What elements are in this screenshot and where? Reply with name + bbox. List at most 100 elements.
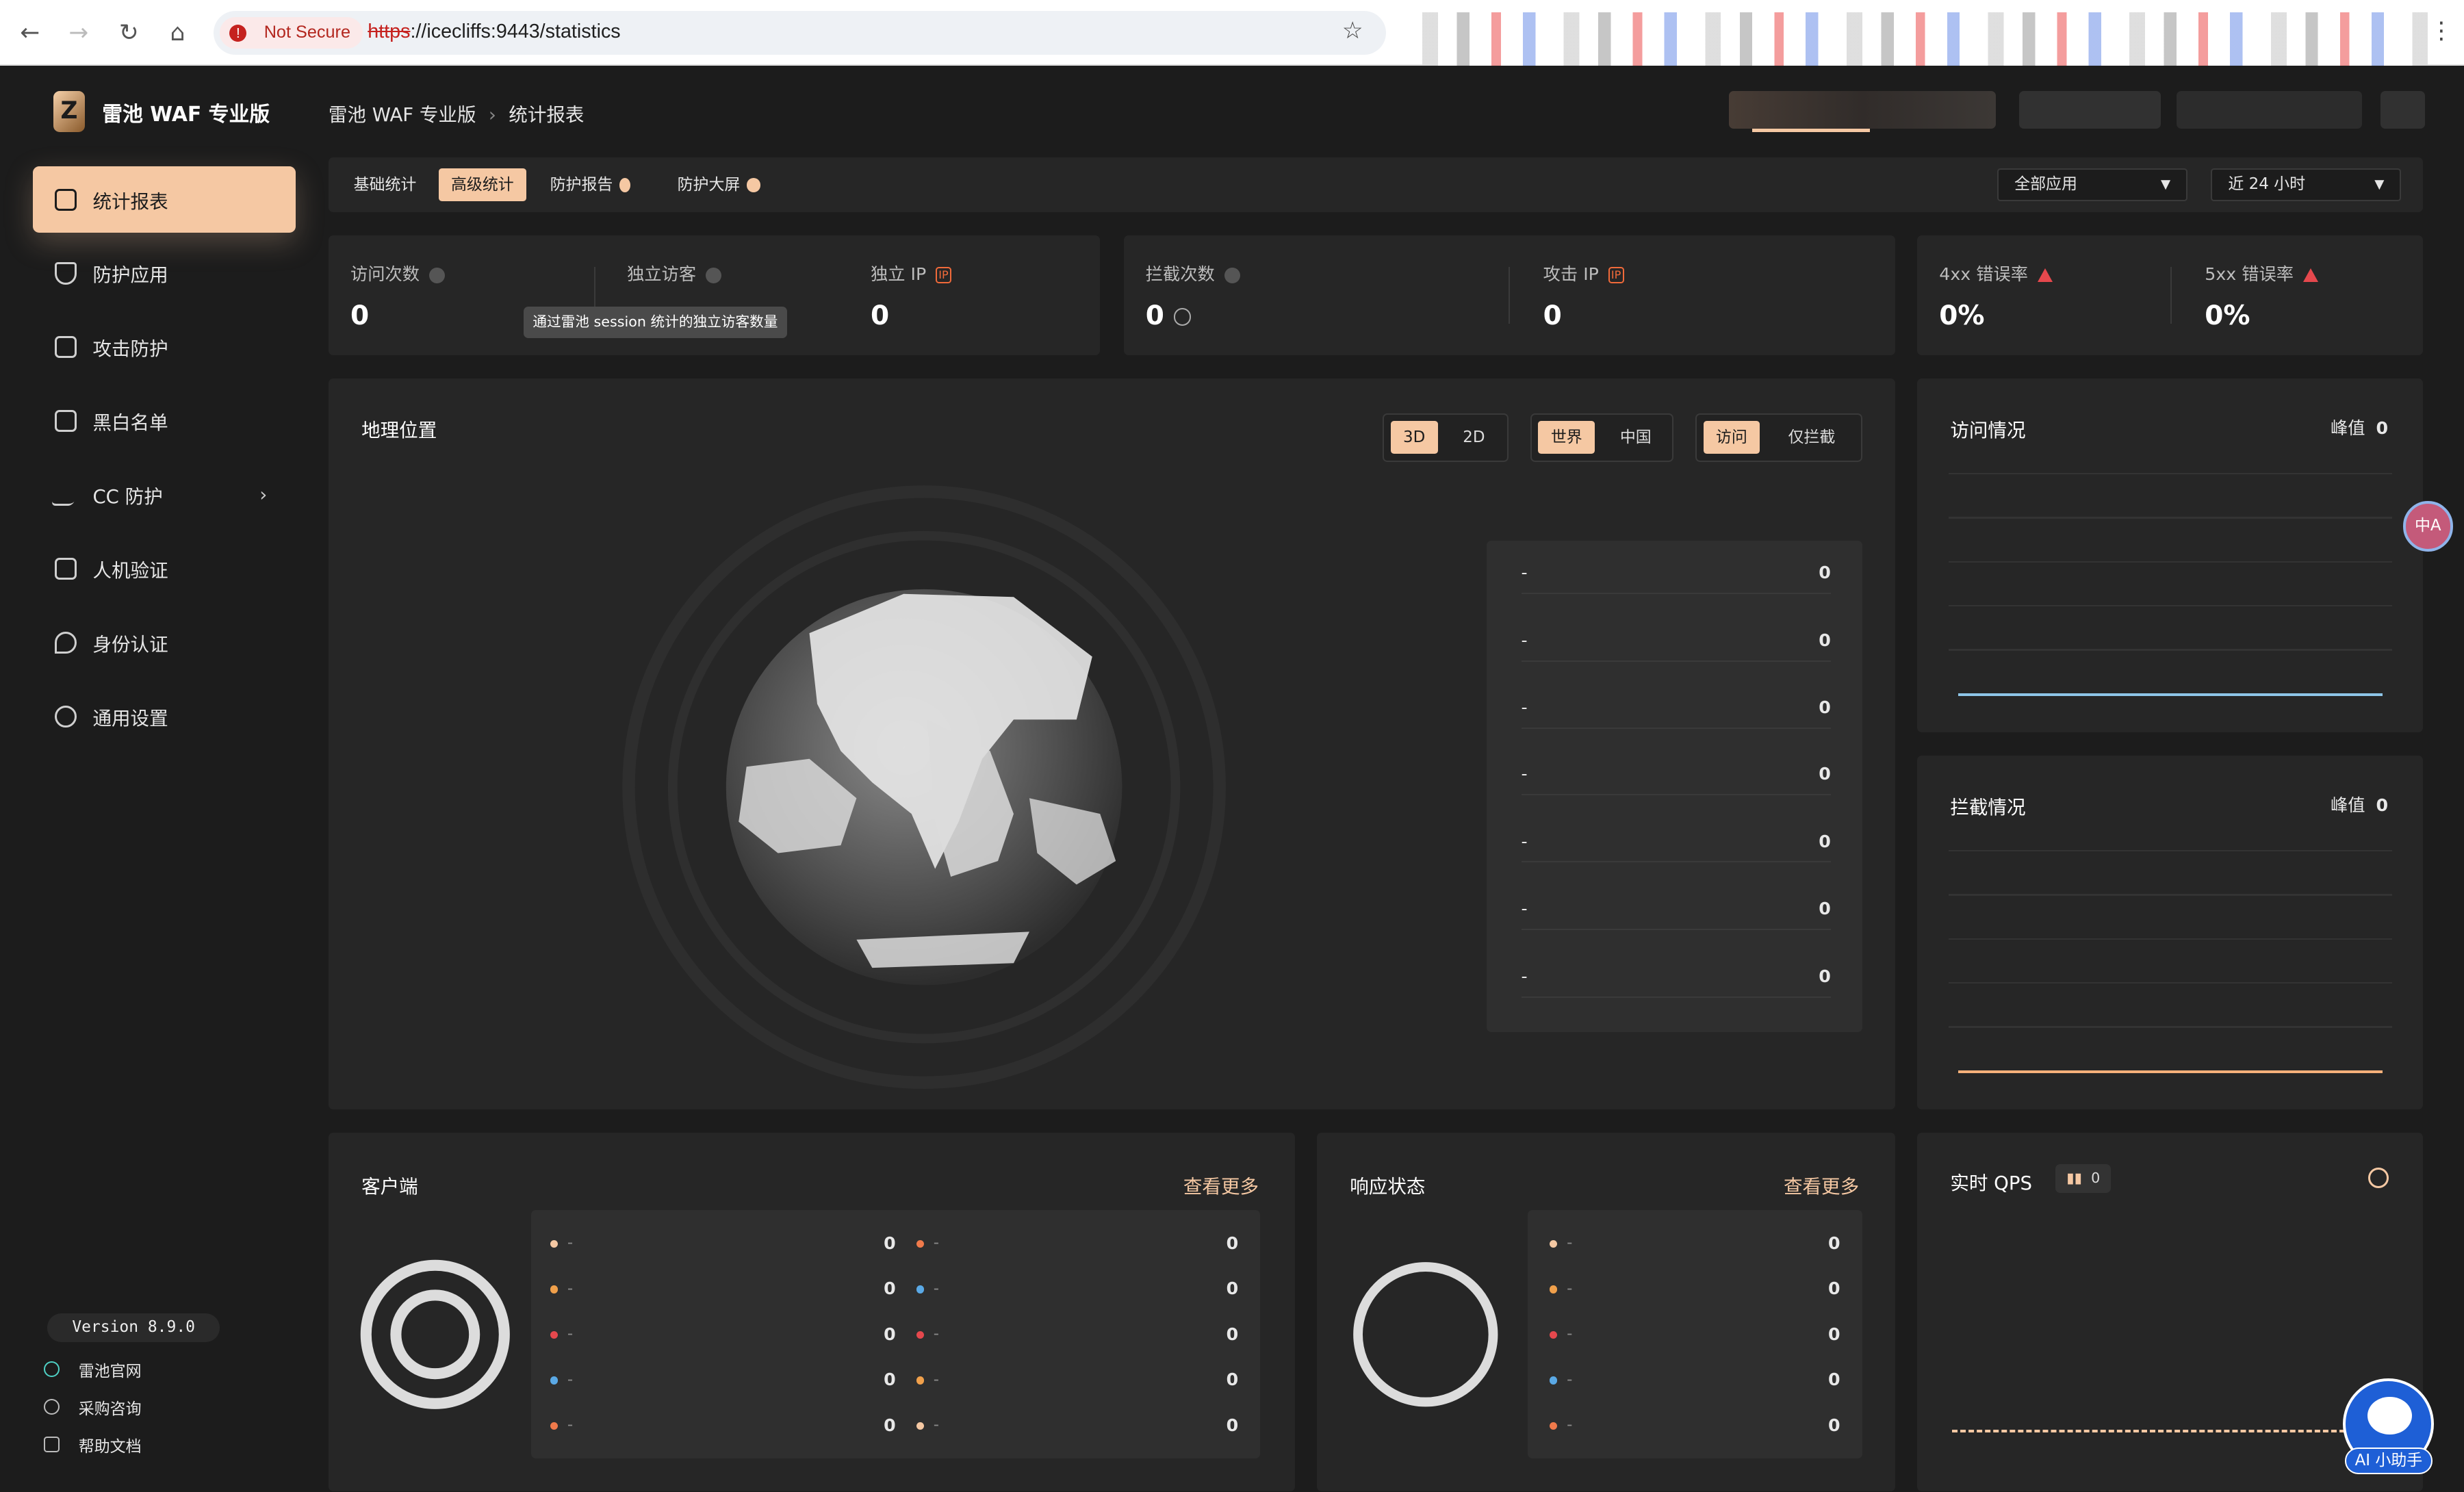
- intercept-title: 拦截情况: [1950, 797, 2026, 819]
- err5xx-label: 5xx 错误率: [2205, 261, 2318, 285]
- legend-dot-icon: [550, 1376, 559, 1385]
- sidebar-item-apps[interactable]: 防护应用: [33, 240, 295, 306]
- warning-icon: [2302, 268, 2318, 283]
- legend-name: -: [1567, 1416, 1573, 1435]
- breadcrumb-current: 统计报表: [509, 103, 585, 126]
- qps-line: [1951, 1430, 2345, 1432]
- unique-ip-value: 0: [870, 300, 890, 331]
- headset-icon: [44, 1399, 60, 1415]
- legend-dot-icon: [916, 1285, 925, 1294]
- legend-value: 0: [1828, 1278, 1840, 1299]
- logo-icon: Z: [53, 91, 85, 132]
- url-text[interactable]: https://icecliffs:9443/statistics: [368, 21, 620, 43]
- mode-visit-button[interactable]: 访问: [1703, 421, 1760, 454]
- doc-icon: [44, 1437, 60, 1453]
- unique-visitors-tooltip: 通过雷池 session 统计的独立访客数量: [523, 306, 788, 338]
- view-3d-button[interactable]: 3D: [1390, 421, 1438, 454]
- view-toggle: 3D 2D: [1383, 413, 1509, 463]
- target-icon: [1224, 267, 1240, 283]
- translate-icon[interactable]: 中A: [2402, 501, 2454, 552]
- sidebar-item-blackwhite[interactable]: 黑白名单: [33, 388, 295, 454]
- info-icon[interactable]: [1173, 308, 1191, 326]
- legend-item: -0: [916, 1369, 1238, 1391]
- legend-dot-icon: [550, 1285, 559, 1294]
- breadcrumb-separator-icon: ›: [488, 103, 496, 126]
- unique-visitors-label[interactable]: 独立访客: [627, 261, 721, 285]
- legend-value: 0: [1828, 1233, 1840, 1253]
- intercept-peak: 峰值 0: [2330, 795, 2389, 816]
- list-item: -0: [1521, 966, 1831, 998]
- tab-advanced[interactable]: 高级统计: [438, 168, 527, 201]
- legend-dot-icon: [916, 1330, 925, 1339]
- sidebar-item-statistics[interactable]: 统计报表: [33, 166, 296, 233]
- time-select[interactable]: 近 24 小时 ▼: [2211, 168, 2402, 201]
- mode-toggle: 访问 仅拦截: [1695, 413, 1862, 463]
- view-2d-button[interactable]: 2D: [1450, 421, 1498, 454]
- divider: [2170, 267, 2172, 324]
- blocks-label: 拦截次数: [1146, 261, 1240, 285]
- attack-ip-label: 攻击 IP IP: [1543, 261, 1624, 285]
- sidebar-item-captcha[interactable]: 人机验证: [33, 536, 295, 602]
- access-peak: 峰值 0: [2330, 418, 2389, 439]
- breadcrumb-root[interactable]: 雷池 WAF 专业版: [329, 104, 476, 126]
- legend-name: -: [567, 1416, 574, 1435]
- list-item: -0: [1521, 563, 1831, 594]
- bookmark-star-icon[interactable]: ☆: [1342, 17, 1363, 44]
- client-title: 客户端: [361, 1175, 418, 1198]
- legend-value: 0: [1828, 1369, 1840, 1390]
- response-more-link[interactable]: 查看更多: [1784, 1171, 1859, 1198]
- globe-visual[interactable]: [621, 484, 1227, 1090]
- official-site-link[interactable]: 雷池官网: [44, 1358, 142, 1381]
- ip-icon: IP: [935, 266, 951, 284]
- user-info-redacted: [1728, 91, 1996, 129]
- legend-name: -: [933, 1279, 940, 1298]
- caret-down-icon: ▼: [2160, 177, 2171, 192]
- version-badge: Version 8.9.0: [47, 1313, 220, 1342]
- sidebar-item-attack[interactable]: 攻击防护: [33, 314, 295, 380]
- access-line: [1958, 693, 2383, 697]
- extensions-area: [1422, 12, 2428, 66]
- legend-item: -0: [550, 1414, 896, 1436]
- home-icon[interactable]: ⌂: [164, 19, 192, 47]
- legend-name: -: [933, 1325, 940, 1343]
- timer-icon[interactable]: [2368, 1167, 2389, 1188]
- legend-value: 0: [1226, 1278, 1239, 1299]
- attack-ip-value: 0: [1543, 300, 1562, 331]
- region-china-button[interactable]: 中国: [1608, 421, 1665, 454]
- key-icon: [55, 631, 77, 654]
- legend-value: 0: [884, 1324, 896, 1344]
- assistant-label[interactable]: AI 小助手: [2344, 1447, 2433, 1474]
- legend-name: -: [1567, 1234, 1573, 1252]
- app-select[interactable]: 全部应用 ▼: [1997, 168, 2188, 201]
- legend-item: -0: [916, 1278, 1239, 1300]
- legend-value: 0: [1226, 1324, 1239, 1344]
- purchase-link[interactable]: 采购咨询: [44, 1395, 142, 1419]
- tab-basic[interactable]: 基础统计: [341, 168, 429, 201]
- unique-ip-label: 独立 IP IP: [871, 261, 951, 285]
- sidebar-item-cc[interactable]: CC 防护 ›: [33, 462, 295, 528]
- security-chip[interactable]: ! Not Secure: [220, 17, 363, 49]
- caret-down-icon: ▼: [2374, 177, 2385, 192]
- browser-menu-icon[interactable]: ⋮: [2430, 17, 2453, 44]
- help-docs-link[interactable]: 帮助文档: [44, 1433, 142, 1456]
- legend-item: -0: [550, 1278, 896, 1300]
- list-item: -0: [1521, 899, 1831, 931]
- legend-value: 0: [1828, 1324, 1840, 1344]
- forward-icon[interactable]: →: [64, 19, 92, 47]
- pulse-icon: [51, 484, 81, 506]
- back-icon[interactable]: ←: [16, 19, 44, 47]
- legend-name: -: [567, 1325, 574, 1343]
- panda-icon: [2367, 1396, 2412, 1435]
- region-toggle: 世界 中国: [1530, 413, 1674, 463]
- client-more-link[interactable]: 查看更多: [1183, 1171, 1259, 1198]
- sidebar-item-settings[interactable]: 通用设置: [33, 684, 295, 749]
- tab-bigscreen[interactable]: 防护大屏: [665, 168, 773, 201]
- reload-icon[interactable]: ↻: [115, 19, 143, 47]
- legend-item: -0: [1549, 1369, 1840, 1391]
- response-title: 响应状态: [1350, 1175, 1426, 1198]
- legend-name: -: [567, 1279, 574, 1298]
- region-world-button[interactable]: 世界: [1538, 421, 1595, 454]
- sidebar-item-auth[interactable]: 身份认证: [33, 610, 295, 676]
- mode-block-button[interactable]: 仅拦截: [1775, 421, 1848, 454]
- tab-report[interactable]: 防护报告: [537, 168, 643, 201]
